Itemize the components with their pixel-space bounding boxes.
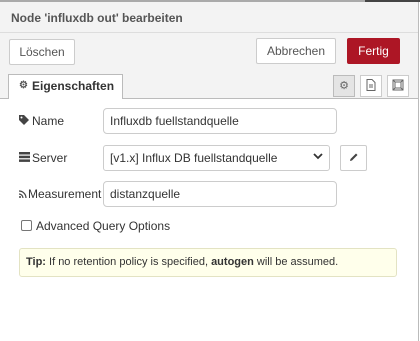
tip-highlight: autogen bbox=[211, 256, 254, 268]
advanced-query-options-row[interactable]: Advanced Query Options bbox=[21, 219, 170, 233]
name-input[interactable]: Influxdb fuellstandquelle bbox=[103, 108, 337, 134]
tip-text-before: If no retention policy is specified, bbox=[45, 256, 212, 268]
tray-title: Node 'influxdb out' bearbeiten bbox=[11, 11, 183, 25]
description-tab-button[interactable] bbox=[360, 75, 382, 97]
pencil-icon bbox=[349, 153, 357, 161]
server-label-text: Server bbox=[32, 151, 68, 165]
advanced-query-options-checkbox[interactable] bbox=[21, 220, 32, 231]
frame-icon bbox=[392, 79, 404, 91]
gear-icon: ⚙ bbox=[19, 80, 28, 91]
delete-button[interactable]: Löschen bbox=[9, 39, 75, 65]
edit-server-button[interactable] bbox=[340, 145, 367, 171]
measurement-label-text: Measurement bbox=[28, 187, 102, 201]
tab-properties-label: Eigenschaften bbox=[32, 79, 115, 93]
rss-icon bbox=[18, 190, 28, 201]
cancel-button[interactable]: Abbrechen bbox=[256, 38, 336, 64]
chevron-down-icon bbox=[313, 146, 323, 170]
appearance-tab-button[interactable] bbox=[387, 75, 409, 97]
tip-box: Tip: If no retention policy is specified… bbox=[19, 248, 397, 277]
properties-panel: Name Influxdb fuellstandquelle Server [v… bbox=[0, 99, 418, 341]
top-border bbox=[0, 0, 420, 2]
measurement-input[interactable]: distanzquelle bbox=[103, 181, 337, 207]
measurement-label: Measurement bbox=[18, 187, 102, 201]
name-label-text: Name bbox=[32, 114, 65, 128]
done-button[interactable]: Fertig bbox=[347, 38, 400, 64]
server-select-value: [v1.x] Influx DB fuellstandquelle bbox=[110, 151, 278, 165]
tip-text-after: will be assumed. bbox=[253, 256, 339, 268]
settings-tab-button[interactable]: ⚙ bbox=[333, 75, 355, 97]
tip-prefix: Tip: bbox=[26, 256, 46, 268]
name-label: Name bbox=[19, 114, 64, 128]
server-icon bbox=[19, 152, 32, 165]
advanced-query-options-label: Advanced Query Options bbox=[36, 219, 171, 233]
top-border-dark-segment bbox=[365, 0, 420, 2]
gear-icon: ⚙ bbox=[339, 80, 349, 92]
tray-toolbar: Löschen Abbrechen Fertig bbox=[0, 33, 418, 73]
tab-properties[interactable]: ⚙ Eigenschaften bbox=[8, 74, 123, 100]
tabs-bar: ⚙ Eigenschaften ⚙ bbox=[0, 73, 418, 100]
document-icon bbox=[366, 79, 376, 91]
server-select[interactable]: [v1.x] Influx DB fuellstandquelle bbox=[103, 145, 330, 171]
tray-header: Node 'influxdb out' bearbeiten bbox=[0, 0, 420, 33]
edit-tray: Node 'influxdb out' bearbeiten Löschen A… bbox=[0, 0, 420, 341]
server-label: Server bbox=[19, 151, 67, 165]
tag-icon bbox=[19, 115, 32, 128]
